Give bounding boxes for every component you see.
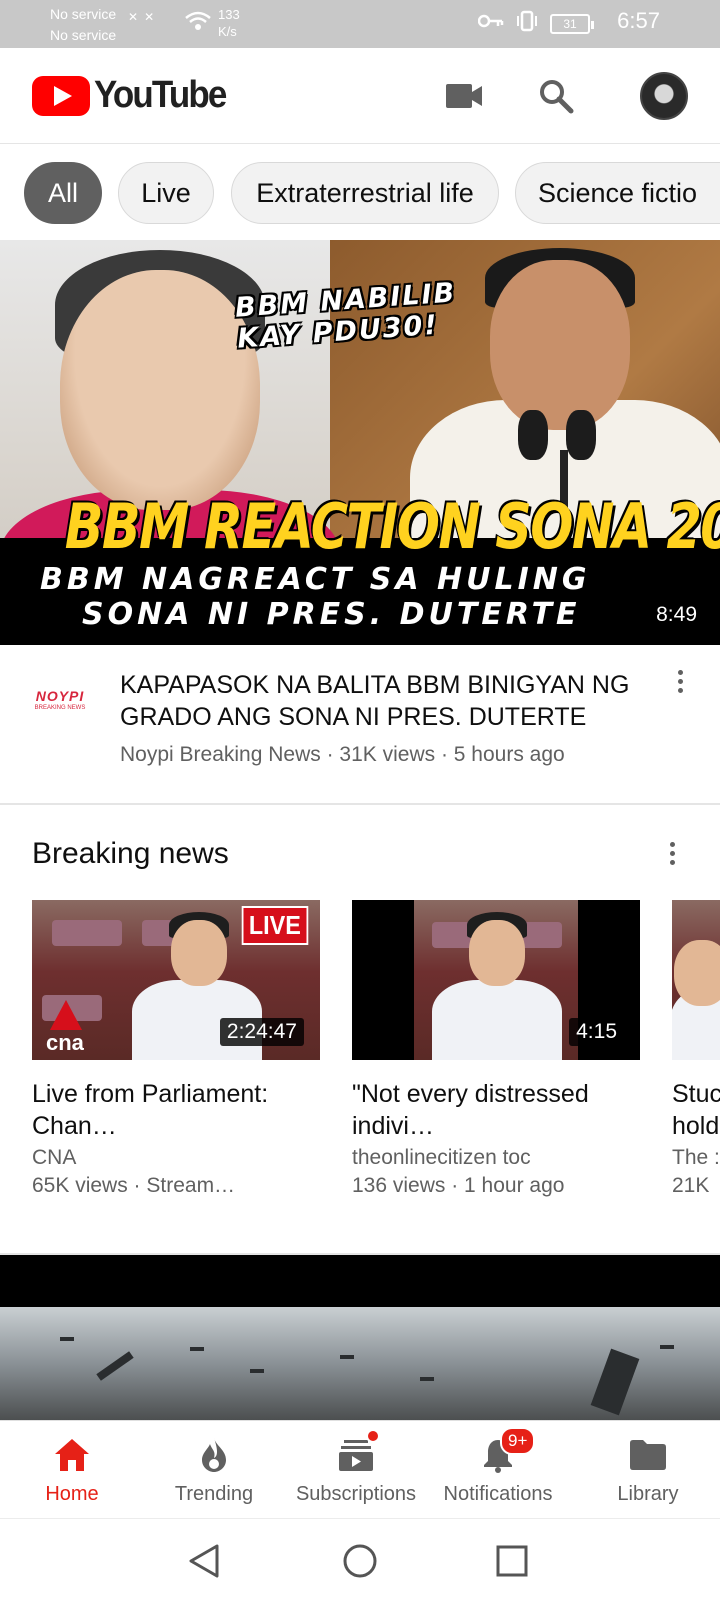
thumbnail-headline: BBM REACTION SONA 2021 — [64, 490, 720, 563]
home-circle-icon[interactable] — [338, 1539, 382, 1583]
nav-label: Notifications — [443, 1483, 553, 1505]
shelf-video-card[interactable]: cna LIVE 2:24:47 Live from Parliament: C… — [32, 900, 320, 1200]
bottom-navigation: Home Trending Subscriptions 9+ Notificat… — [0, 1420, 720, 1518]
status-icons-right: 31 — [477, 10, 594, 37]
trending-icon — [194, 1435, 234, 1475]
nav-label: Trending — [174, 1483, 254, 1505]
video-duration: 4:15 — [569, 1018, 624, 1046]
battery-icon: 31 — [550, 13, 594, 34]
back-icon[interactable] — [182, 1539, 226, 1583]
shelf-title: Breaking news — [32, 837, 229, 870]
video-title[interactable]: "Not every distressed indivi… — [352, 1078, 622, 1142]
bell-icon: 9+ — [478, 1427, 536, 1475]
chip-science-fiction[interactable]: Science fictio — [515, 162, 720, 224]
search-icon[interactable] — [534, 74, 578, 118]
nav-label: Library — [617, 1483, 679, 1505]
shelf-more-options-icon[interactable] — [660, 833, 684, 873]
wifi-icon — [184, 10, 212, 37]
video-thumbnail[interactable]: 4:15 — [352, 900, 640, 1060]
video-title[interactable]: KAPAPASOK NA BALITA BBM BINIGYAN NG GRAD… — [120, 669, 660, 733]
featured-video-thumbnail[interactable]: BBM NABILIB KAY PDU30! BBM REACTION SONA… — [0, 240, 720, 645]
signal-icon: ✕ ✕ — [128, 10, 155, 24]
subscriptions-icon — [336, 1429, 380, 1475]
new-content-dot — [366, 1429, 380, 1443]
channel-name: CNA — [32, 1146, 77, 1169]
shelf-video-card[interactable]: 4:15 "Not every distressed indivi… theon… — [352, 900, 640, 1200]
channel-name: The : — [672, 1146, 720, 1169]
home-icon — [52, 1435, 92, 1475]
system-navigation-bar — [0, 1518, 720, 1600]
nav-subscriptions[interactable]: Subscriptions — [284, 1421, 428, 1519]
thumbnail-subheadline: BBM NAGREACT SA HULING SONA NI PRES. DUT… — [40, 562, 591, 632]
breaking-news-shelf: Breaking news cna LIVE 2:24:47 Live from… — [0, 805, 720, 1255]
next-video-top — [0, 1255, 720, 1307]
clock: 6:57 — [617, 8, 660, 33]
video-title[interactable]: Stuc hold — [672, 1078, 720, 1142]
more-options-icon[interactable] — [668, 661, 692, 701]
network-speed: 133 K/s — [218, 6, 240, 40]
app-header: YouTube — [0, 48, 720, 144]
cna-logo-icon — [50, 1000, 82, 1030]
video-thumbnail[interactable] — [672, 900, 720, 1060]
video-metadata: 136 views · 1 hour ago — [352, 1174, 565, 1197]
notification-badge: 9+ — [500, 1427, 536, 1455]
next-video-thumbnail[interactable] — [0, 1307, 720, 1420]
speed-value: 133 — [218, 7, 240, 22]
filter-chips: All Live Extraterrestrial life Science f… — [0, 144, 720, 240]
video-metadata: 21K — [672, 1174, 710, 1197]
speed-unit: K/s — [218, 24, 237, 39]
chip-live[interactable]: Live — [118, 162, 214, 224]
video-metadata: 65K views · Stream… — [32, 1174, 236, 1197]
youtube-logo[interactable]: YouTube — [32, 74, 237, 117]
status-bar: No service No service ✕ ✕ 133 K/s 31 6:57 — [0, 0, 720, 48]
nav-home[interactable]: Home — [0, 1421, 144, 1519]
key-icon — [477, 13, 504, 34]
vibrate-icon — [514, 10, 540, 37]
sim2-status: No service — [50, 27, 117, 43]
video-thumbnail[interactable]: cna LIVE 2:24:47 — [32, 900, 320, 1060]
nav-library[interactable]: Library — [576, 1421, 720, 1519]
nav-notifications[interactable]: 9+ Notifications — [426, 1421, 570, 1519]
video-title[interactable]: Live from Parliament: Chan… — [32, 1078, 302, 1142]
video-duration: 2:24:47 — [219, 1018, 304, 1046]
network-status: No service No service — [50, 4, 116, 46]
video-duration: 8:49 — [649, 601, 704, 629]
channel-name: theonlinecitizen toc — [352, 1146, 531, 1169]
camera-icon[interactable] — [442, 74, 486, 118]
logo-text: YouTube — [94, 74, 227, 116]
channel-avatar[interactable]: NOYPI BREAKING NEWS — [28, 689, 92, 712]
nav-trending[interactable]: Trending — [142, 1421, 286, 1519]
avatar[interactable] — [640, 72, 688, 120]
sim1-status: No service — [50, 6, 117, 22]
live-badge: LIVE — [241, 906, 309, 945]
recents-icon[interactable] — [490, 1539, 534, 1583]
library-icon — [628, 1435, 668, 1475]
nav-label: Subscriptions — [295, 1483, 417, 1505]
video-metadata: Noypi Breaking News · 31K views · 5 hour… — [120, 743, 565, 766]
youtube-play-icon — [32, 75, 90, 116]
chip-all[interactable]: All — [24, 162, 102, 224]
nav-label: Home — [45, 1483, 99, 1505]
featured-video-details[interactable]: NOYPI BREAKING NEWS KAPAPASOK NA BALITA … — [0, 645, 720, 805]
cna-logo: cna — [46, 1030, 84, 1055]
shelf-video-card[interactable]: Stuc hold The : 21K — [672, 900, 720, 1200]
chip-extraterrestrial-life[interactable]: Extraterrestrial life — [231, 162, 499, 224]
